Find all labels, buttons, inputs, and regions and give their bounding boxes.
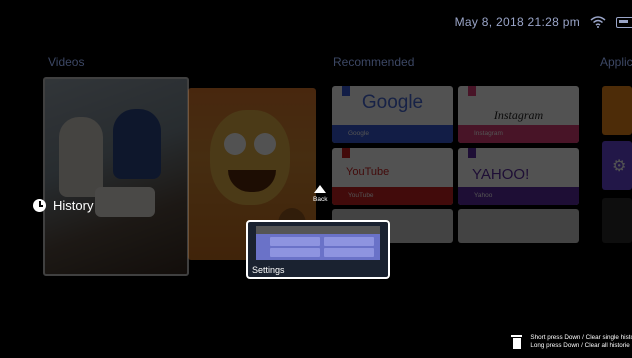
battery-icon [616, 16, 632, 28]
recommended-label-instagram: Instagram [458, 125, 579, 143]
history-clear-hint: Short press Down / Clear single histo Lo… [511, 334, 632, 350]
section-title-videos: Videos [48, 55, 85, 69]
hint-line-2: Long press Down / Clear all historie [530, 342, 630, 349]
settings-thumbnail [256, 226, 380, 260]
settings-tile-focused[interactable]: Settings [246, 220, 390, 279]
status-bar: May 8, 2018 21:28 pm [455, 15, 632, 29]
youtube-logo-text: YouTube [346, 166, 390, 178]
history-label[interactable]: History [33, 198, 93, 213]
settings-label: Settings [252, 265, 285, 275]
instagram-logo-text: Instagram [493, 108, 544, 122]
section-title-recommended: Recommended [333, 55, 415, 69]
back-label: Back [313, 196, 328, 203]
trash-icon [511, 335, 523, 349]
clock-icon [33, 199, 46, 212]
recommended-tile-youtube[interactable]: YouTube YouTube [332, 148, 453, 205]
app-tile-3[interactable] [602, 198, 632, 243]
recommended-label-yahoo: Yahoo [458, 187, 579, 205]
app-tile-1[interactable] [602, 86, 632, 135]
wifi-icon [590, 16, 606, 28]
up-arrow-icon [314, 185, 327, 193]
recommended-tile-placeholder-2[interactable] [458, 209, 579, 243]
section-title-applications: Applica [600, 55, 632, 69]
hint-line-1: Short press Down / Clear single histo [530, 334, 632, 341]
yahoo-logo-text: YAHOO! [472, 166, 530, 183]
app-tile-settings[interactable]: ⚙ [602, 141, 632, 190]
recommended-tile-instagram[interactable]: Instagram Instagram [458, 86, 579, 143]
recommended-label-youtube: YouTube [332, 187, 453, 205]
recommended-tile-yahoo[interactable]: YAHOO! Yahoo [458, 148, 579, 205]
google-logo-text: Google [361, 92, 424, 113]
video-card-football[interactable] [43, 77, 189, 276]
back-button[interactable]: Back [313, 185, 327, 203]
tv-launcher-screen: May 8, 2018 21:28 pm Videos Recommended … [0, 0, 632, 358]
recommended-tile-google[interactable]: Google Google [332, 86, 453, 143]
datetime-text: May 8, 2018 21:28 pm [454, 15, 580, 29]
history-text: History [53, 198, 94, 213]
gear-icon: ⚙ [612, 158, 627, 175]
recommended-label-google: Google [332, 125, 453, 143]
